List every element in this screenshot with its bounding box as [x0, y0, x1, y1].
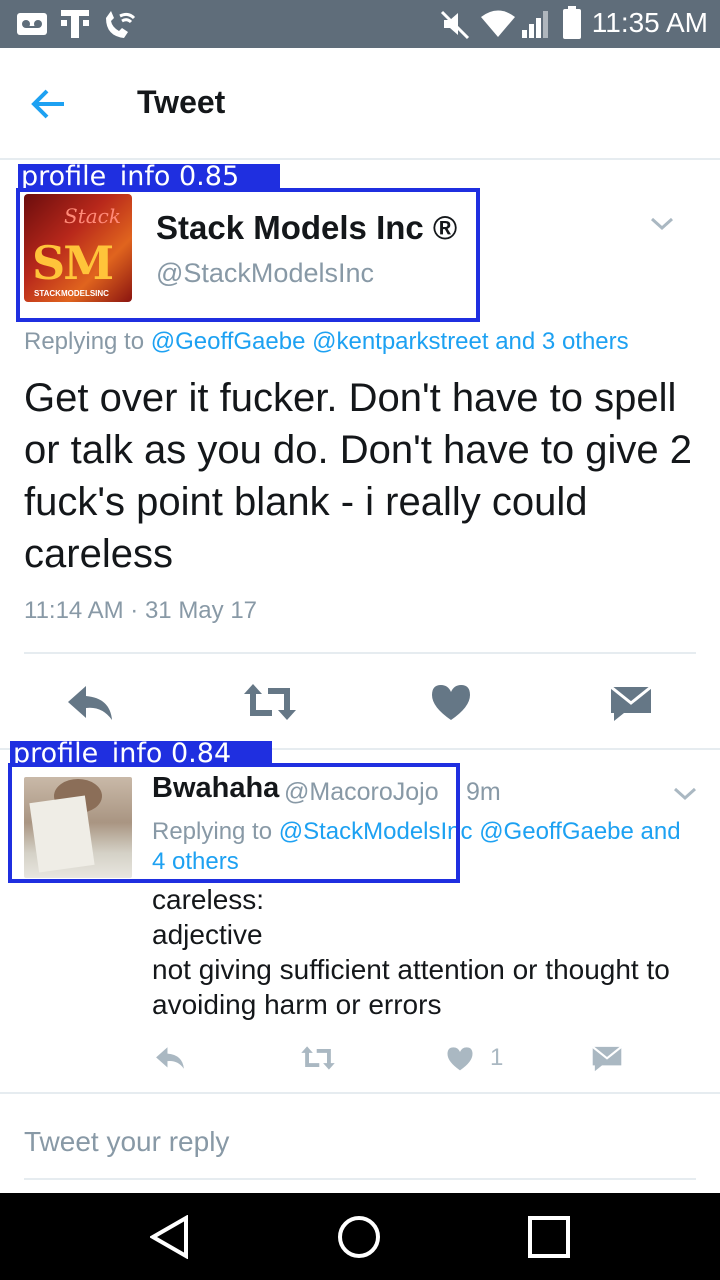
detection-box	[16, 188, 480, 322]
navigation-bar	[0, 1193, 720, 1280]
chevron-down-icon[interactable]	[650, 216, 674, 232]
chevron-down-icon[interactable]	[673, 786, 697, 802]
replying-to: Replying to @GeoffGaebe @kentparkstreet …	[24, 328, 629, 356]
divider	[0, 1092, 720, 1100]
back-button[interactable]	[24, 82, 72, 126]
detection-label: profile_info 0.85	[18, 164, 280, 190]
page-title: Tweet	[137, 84, 226, 120]
divider	[24, 652, 696, 654]
replying-links[interactable]: @GeoffGaebe @kentparkstreet and 3 others	[151, 328, 629, 355]
battery-icon	[563, 6, 581, 39]
tweet-text: Get over it fucker. Don't have to spell …	[24, 376, 693, 576]
reply-input[interactable]: Tweet your reply	[24, 1126, 696, 1180]
status-bar: 11:35 AM	[0, 0, 720, 48]
arrow-left-icon	[31, 89, 64, 119]
wifi-calling-icon	[106, 11, 136, 38]
reply-input-placeholder: Tweet your reply	[24, 1126, 230, 1157]
like-icon[interactable]	[446, 1046, 474, 1071]
reply-text-line: careless:	[152, 884, 265, 915]
status-time: 11:35 AM	[591, 7, 708, 38]
replying-prefix: Replying to	[24, 328, 145, 355]
back-nav-icon[interactable]	[150, 1215, 190, 1259]
reply-icon[interactable]	[154, 1046, 186, 1070]
direct-message-icon[interactable]	[592, 1046, 622, 1072]
reply-icon[interactable]	[66, 684, 114, 722]
home-nav-icon[interactable]	[337, 1215, 381, 1259]
signal-icon	[522, 11, 548, 38]
voicemail-icon	[17, 13, 47, 35]
reply-age: 9m	[466, 778, 501, 806]
direct-message-icon[interactable]	[610, 686, 652, 722]
reply-text-line: not giving sufficient attention or thoug…	[152, 954, 670, 1020]
mute-icon	[440, 10, 470, 40]
recents-nav-icon[interactable]	[528, 1216, 570, 1258]
retweet-icon[interactable]	[242, 682, 298, 722]
detection-box	[8, 763, 460, 883]
retweet-icon[interactable]	[300, 1045, 336, 1071]
wifi-icon	[481, 10, 515, 37]
reply-text-line: adjective	[152, 919, 263, 950]
like-icon[interactable]	[430, 683, 472, 721]
reply-text: careless: adjective not giving sufficien…	[152, 882, 702, 1022]
t-mobile-icon	[61, 10, 89, 38]
tweet-timestamp: 11:14 AM · 31 May 17	[24, 597, 258, 624]
like-count: 1	[490, 1044, 504, 1071]
app-bar: Tweet	[0, 48, 720, 160]
